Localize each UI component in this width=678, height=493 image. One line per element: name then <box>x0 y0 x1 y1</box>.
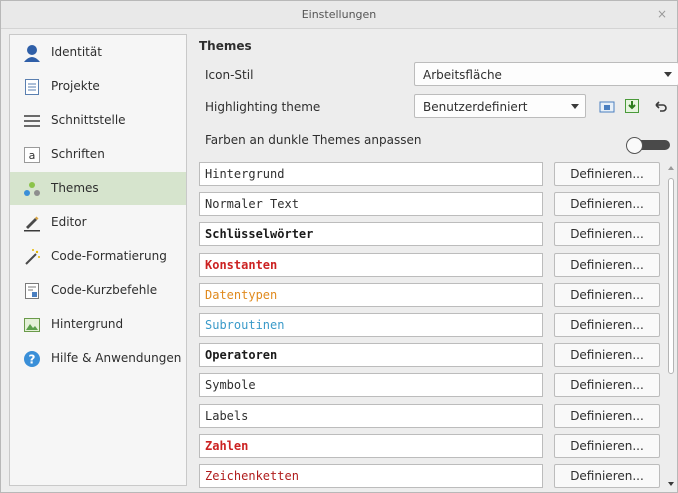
magic-wand-icon <box>25 249 40 265</box>
scrollbar-thumb[interactable] <box>668 178 674 374</box>
icon-style-label: Icon-Stil <box>205 68 254 82</box>
sidebar-item-code-formatierung[interactable]: Code-Formatierung <box>10 240 186 273</box>
define-button[interactable]: Definieren... <box>554 192 660 216</box>
svg-text:?: ? <box>29 353 36 367</box>
sidebar-item-label: Code-Kurzbefehle <box>51 283 158 297</box>
save-icon[interactable] <box>624 98 640 114</box>
color-sample-text: Konstanten <box>205 258 278 272</box>
highlighting-theme-label: Highlighting theme <box>205 100 321 114</box>
sidebar-item-hintergrund[interactable]: Hintergrund <box>10 308 186 341</box>
chevron-down-icon <box>664 72 672 77</box>
color-sample-text: Schlüsselwörter <box>205 227 314 241</box>
color-sample-field: Datentypen <box>199 283 543 307</box>
document-icon <box>25 79 39 95</box>
define-button[interactable]: Definieren... <box>554 343 660 367</box>
sidebar-item-schnittstelle[interactable]: Schnittstelle <box>10 104 186 137</box>
pencil-icon <box>24 216 40 232</box>
color-sample-field: Konstanten <box>199 253 543 277</box>
color-sample-field: Labels <box>199 404 543 428</box>
sidebar-item-label: Hilfe & Anwendungen <box>51 351 182 365</box>
define-button[interactable]: Definieren... <box>554 404 660 428</box>
close-icon[interactable]: × <box>657 7 667 21</box>
highlighting-theme-combobox[interactable]: Benutzerdefiniert <box>414 94 586 118</box>
sidebar-item-label: Schriften <box>51 147 105 161</box>
color-sample-text: Symbole <box>205 378 256 392</box>
icon-style-value: Arbeitsfläche <box>423 68 502 82</box>
sidebar-item-label: Themes <box>51 181 99 195</box>
title-bar: Einstellungen × <box>1 1 677 29</box>
section-title: Themes <box>199 39 252 53</box>
sidebar: Identität Projekte Schnittstelle a Schri… <box>9 34 187 486</box>
color-sample-text: Zeichenketten <box>205 469 299 483</box>
font-letter-icon: a <box>24 147 40 163</box>
color-sample-field: Normaler Text <box>199 192 543 216</box>
sidebar-item-label: Schnittstelle <box>51 113 126 127</box>
palette-dots-icon <box>24 182 40 196</box>
themes-panel: Themes Icon-Stil Arbeitsfläche Highlight… <box>191 34 678 492</box>
sidebar-item-label: Hintergrund <box>51 317 124 331</box>
color-sample-field: Symbole <box>199 373 543 397</box>
sidebar-item-label: Editor <box>51 215 87 229</box>
sidebar-item-editor[interactable]: Editor <box>10 206 186 239</box>
color-sample-text: Labels <box>205 409 249 423</box>
sidebar-item-hilfe[interactable]: ? Hilfe & Anwendungen <box>10 342 186 375</box>
sidebar-item-schriften[interactable]: a Schriften <box>10 138 186 171</box>
highlighting-theme-value: Benutzerdefiniert <box>423 100 528 114</box>
person-icon <box>24 45 40 62</box>
window-title: Einstellungen <box>301 8 377 21</box>
define-button[interactable]: Definieren... <box>554 253 660 277</box>
undo-icon[interactable] <box>652 98 668 114</box>
color-sample-field: Subroutinen <box>199 313 543 337</box>
define-button[interactable]: Definieren... <box>554 283 660 307</box>
vertical-scrollbar[interactable] <box>665 164 677 492</box>
define-button[interactable]: Definieren... <box>554 313 660 337</box>
color-sample-text: Zahlen <box>205 439 249 453</box>
color-sample-field: Hintergrund <box>199 162 543 186</box>
color-sample-field: Zahlen <box>199 434 543 458</box>
sidebar-item-label: Projekte <box>51 79 100 93</box>
svg-text:a: a <box>29 149 36 162</box>
image-icon <box>24 318 40 332</box>
define-button[interactable]: Definieren... <box>554 373 660 397</box>
sidebar-item-code-kurzbefehle[interactable]: Code-Kurzbefehle <box>10 274 186 307</box>
sidebar-item-label: Identität <box>51 45 102 59</box>
open-folder-icon[interactable] <box>599 98 615 114</box>
color-sample-text: Datentypen <box>205 288 278 302</box>
scroll-up-arrow-icon[interactable] <box>668 166 674 170</box>
dark-adapt-toggle[interactable] <box>626 137 670 154</box>
toggle-knob <box>626 137 643 154</box>
sidebar-item-identitaet[interactable]: Identität <box>10 36 186 69</box>
icon-style-combobox[interactable]: Arbeitsfläche <box>414 62 678 86</box>
sidebar-item-label: Code-Formatierung <box>51 249 167 263</box>
menu-lines-icon <box>24 115 40 127</box>
color-sample-text: Subroutinen <box>205 318 285 332</box>
help-icon: ? <box>24 351 40 367</box>
color-sample-field: Zeichenketten <box>199 464 543 488</box>
chevron-down-icon <box>571 104 579 109</box>
settings-window: Einstellungen × Identität Projekte Schni… <box>0 0 678 493</box>
sidebar-item-themes[interactable]: Themes <box>10 172 186 205</box>
define-button[interactable]: Definieren... <box>554 222 660 246</box>
sidebar-item-projekte[interactable]: Projekte <box>10 70 186 103</box>
dark-adapt-label: Farben an dunkle Themes anpassen <box>205 133 422 147</box>
color-sample-field: Schlüsselwörter <box>199 222 543 246</box>
color-sample-text: Normaler Text <box>205 197 299 211</box>
color-sample-text: Operatoren <box>205 348 278 362</box>
scroll-down-arrow-icon[interactable] <box>668 482 674 486</box>
define-button[interactable]: Definieren... <box>554 464 660 488</box>
define-button[interactable]: Definieren... <box>554 162 660 186</box>
color-sample-text: Hintergrund <box>205 167 285 181</box>
define-button[interactable]: Definieren... <box>554 434 660 458</box>
color-sample-field: Operatoren <box>199 343 543 367</box>
snippet-icon <box>25 283 39 299</box>
